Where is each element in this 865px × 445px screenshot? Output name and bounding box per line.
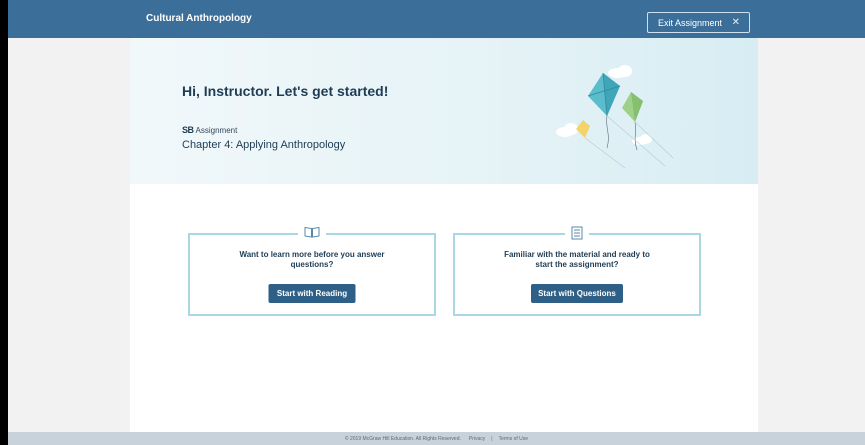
main-content: Hi, Instructor. Let's get started! SB As… [130,38,758,432]
greeting-heading: Hi, Instructor. Let's get started! [182,83,389,99]
questions-card: Familiar with the material and ready to … [453,226,701,316]
book-icon [298,226,326,238]
questions-prompt: Familiar with the material and ready to … [504,250,650,269]
footer-separator: | [491,435,493,442]
app-frame: Cultural Anthropology Exit Assignment ✕ … [8,0,865,445]
copyright-text: © 2019 McGraw Hill Education. All Rights… [344,435,461,442]
terms-link[interactable]: Terms of Use [499,436,528,442]
start-with-reading-button[interactable]: Start with Reading [268,284,356,303]
start-with-questions-button[interactable]: Start with Questions [531,284,623,303]
close-icon: ✕ [731,17,740,28]
exit-assignment-label: Exit Assignment [658,17,723,28]
kites-illustration [556,65,674,168]
reading-card: Want to learn more before you answer que… [188,226,436,316]
list-icon [565,226,589,240]
reading-prompt: Want to learn more before you answer que… [239,250,385,269]
assignment-type: SB Assignment [182,125,237,135]
assignment-label: Assignment [195,125,238,135]
top-bar: Cultural Anthropology Exit Assignment ✕ [8,0,865,38]
smartbook-logo: SB [182,125,194,135]
app-title: Cultural Anthropology [146,13,252,24]
chapter-title: Chapter 4: Applying Anthropology [182,139,346,151]
privacy-link[interactable]: Privacy [469,436,485,442]
footer: © 2019 McGraw Hill Education. All Rights… [8,432,865,445]
exit-assignment-button[interactable]: Exit Assignment ✕ [647,12,750,33]
hero-banner: Hi, Instructor. Let's get started! SB As… [130,38,758,184]
